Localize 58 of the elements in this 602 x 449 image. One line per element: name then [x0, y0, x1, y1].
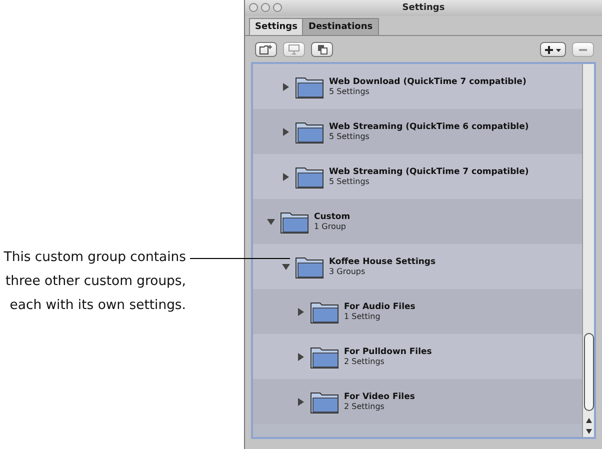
- minimize-button[interactable]: [261, 3, 270, 12]
- zoom-button[interactable]: [273, 3, 282, 12]
- tab[interactable]: Settings: [249, 18, 304, 35]
- collapsed-triangle-icon[interactable]: [297, 308, 305, 316]
- group-count: 5 Settings: [329, 177, 370, 186]
- group-name: Web Streaming (QuickTime 6 compatible): [329, 122, 529, 132]
- folder-icon: [280, 210, 310, 234]
- tree-row[interactable]: For Audio Files 1 Setting: [253, 289, 582, 334]
- duplicate-button[interactable]: [311, 42, 333, 57]
- folder-icon: [310, 344, 340, 368]
- group-name: For Audio Files: [344, 302, 416, 312]
- expanded-triangle-icon[interactable]: [282, 262, 290, 270]
- collapsed-triangle-icon[interactable]: [282, 172, 290, 180]
- add-menu-button[interactable]: [540, 42, 566, 57]
- group-name: Web Streaming (QuickTime 7 compatible): [329, 167, 529, 177]
- folder-icon: [295, 164, 325, 188]
- group-name: Custom: [314, 212, 350, 222]
- monitor-icon: [288, 44, 300, 55]
- group-count: 5 Settings: [329, 132, 370, 141]
- minus-icon: [578, 48, 588, 52]
- folder-icon: [310, 390, 340, 414]
- folder-icon: [295, 120, 325, 144]
- tree-row[interactable]: Web Download (QuickTime 7 compatible) 5 Settings: [253, 64, 582, 109]
- group-count: 3 Groups: [329, 267, 366, 276]
- folder-icon: [295, 254, 325, 278]
- group-name: Web Download (QuickTime 7 compatible): [329, 77, 526, 87]
- new-folder-button[interactable]: [255, 42, 277, 57]
- tab[interactable]: Destinations: [302, 18, 379, 35]
- tree-row[interactable]: Koffee House Settings 3 Groups: [253, 244, 582, 289]
- group-count: 1 Group: [314, 222, 347, 231]
- folder-icon: [310, 300, 340, 324]
- window-title: Settings: [402, 3, 445, 13]
- annotation-text: This custom group contains three other custom groups, each with its own settings.: [2, 249, 186, 315]
- collapsed-triangle-icon[interactable]: [297, 352, 305, 360]
- expanded-triangle-icon[interactable]: [267, 218, 275, 226]
- collapsed-triangle-icon[interactable]: [282, 128, 290, 136]
- tree-row[interactable]: Custom 1 Group: [253, 199, 582, 244]
- group-name: For Pulldown Files: [344, 347, 432, 357]
- folder-plus-icon: [259, 44, 273, 55]
- collapsed-triangle-icon[interactable]: [282, 82, 290, 90]
- tree-row[interactable]: For Pulldown Files 2 Settings: [253, 334, 582, 379]
- group-name: For Video Files: [344, 392, 415, 402]
- collapsed-triangle-icon[interactable]: [297, 398, 305, 406]
- group-count: 5 Settings: [329, 87, 370, 96]
- remove-button[interactable]: [572, 42, 594, 57]
- scroll-thumb[interactable]: [584, 333, 594, 411]
- duplicate-icon: [316, 44, 328, 55]
- group-name: Koffee House Settings: [329, 257, 436, 267]
- close-button[interactable]: [249, 3, 258, 12]
- tree-row[interactable]: Web Streaming (QuickTime 7 compatible) 5 Settings: [253, 154, 582, 199]
- monitor-button[interactable]: [283, 42, 305, 57]
- tree-row[interactable]: Web Streaming (QuickTime 6 compatible) 5 Settings: [253, 109, 582, 154]
- tree-row[interactable]: For Video Files 2 Settings: [253, 379, 582, 424]
- group-count: 2 Settings: [344, 357, 386, 366]
- group-count: 1 Setting: [344, 312, 382, 321]
- folder-icon: [295, 74, 325, 98]
- plus-caret-icon: [544, 44, 562, 54]
- group-count: 2 Settings: [344, 402, 386, 411]
